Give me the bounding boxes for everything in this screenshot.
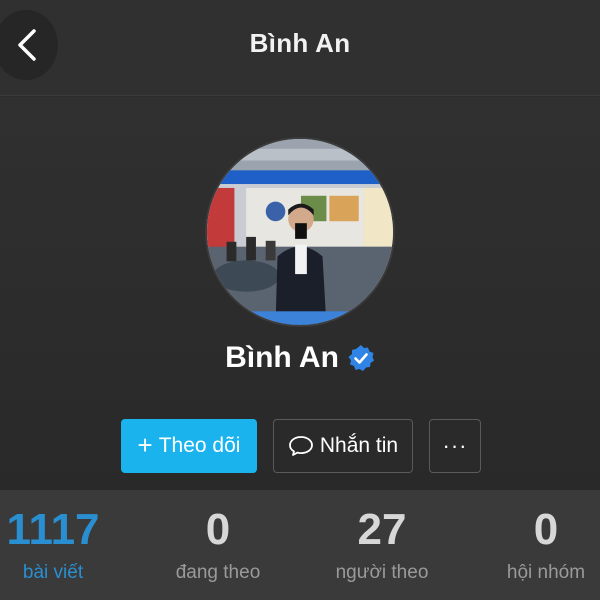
profile-name-row: Bình An — [0, 341, 600, 375]
plus-icon: + — [137, 430, 153, 460]
follow-label: Theo dõi — [158, 434, 241, 457]
stat-value: 27 — [357, 505, 407, 554]
profile-stats: 1117 bài viết 0 đang theo 27 người theo … — [0, 490, 600, 600]
stat-value: 0 — [205, 505, 231, 554]
top-bar: Bình An — [0, 0, 600, 96]
profile-name: Bình An — [225, 341, 339, 374]
profile-section: Bình An + Theo dõi Nhắn tin ··· — [0, 97, 600, 490]
stat-followers[interactable]: 27 người theo — [307, 505, 457, 584]
chat-bubble-icon — [288, 436, 313, 456]
more-options-button[interactable]: ··· — [429, 419, 481, 473]
stat-value: 0 — [533, 505, 559, 554]
avatar[interactable] — [205, 137, 395, 327]
stat-value: 1117 — [6, 505, 100, 554]
stat-label: người theo — [335, 562, 429, 584]
avatar-photo — [207, 139, 393, 325]
message-label: Nhắn tin — [319, 434, 399, 457]
verified-badge-icon — [348, 345, 374, 371]
page-title: Bình An — [249, 28, 351, 58]
stat-label: bài viết — [22, 562, 84, 584]
message-button[interactable]: Nhắn tin — [273, 419, 413, 473]
stat-label: hội nhóm — [506, 562, 586, 584]
follow-button[interactable]: + Theo dõi — [121, 419, 257, 473]
stat-label: đang theo — [175, 562, 261, 584]
stat-groups[interactable]: 0 hội nhóm — [471, 505, 600, 584]
stat-following[interactable]: 0 đang theo — [143, 505, 293, 584]
more-icon: ··· — [442, 433, 468, 458]
profile-actions: + Theo dõi Nhắn tin ··· — [0, 419, 600, 473]
stat-posts[interactable]: 1117 bài viết — [0, 505, 128, 584]
